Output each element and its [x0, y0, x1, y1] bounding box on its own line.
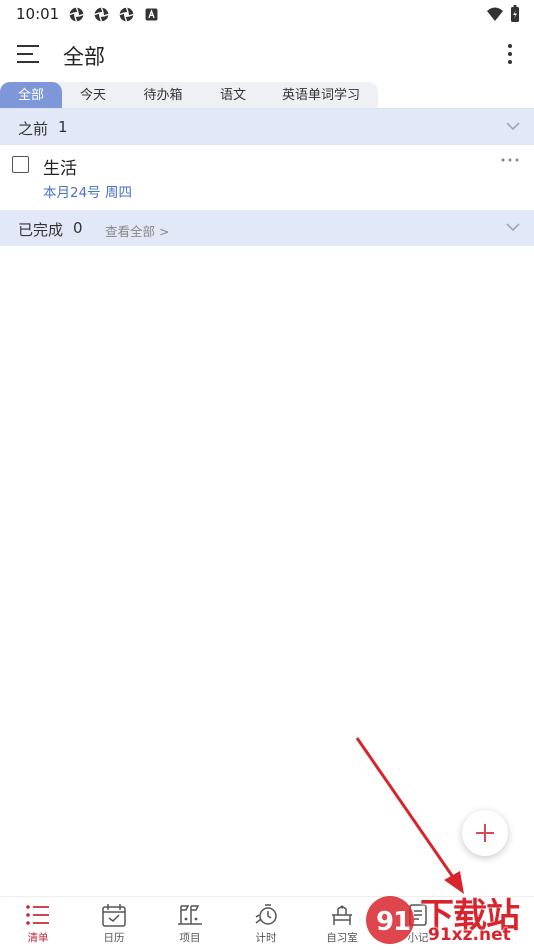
settings-icon: [69, 7, 84, 22]
more-horizontal-icon[interactable]: [500, 157, 520, 163]
project-icon: [178, 905, 202, 925]
wifi-icon: [487, 7, 503, 21]
task-due-date: 本月24号 周四: [43, 185, 132, 201]
page-title: 全部: [63, 45, 105, 69]
status-bar: 10:01: [0, 0, 534, 28]
nav-timer[interactable]: 计时: [234, 901, 298, 949]
app-screen: 10:01 全部 全部 今天 待办箱 语文 英语单词学习 之前 1 生活 本月2…: [0, 0, 534, 950]
study-room-icon: [332, 905, 352, 925]
status-right-icons: [486, 5, 520, 23]
timer-icon: [255, 904, 277, 925]
filter-tabs: 全部 今天 待办箱 语文 英语单词学习: [0, 82, 378, 109]
status-left-icons: [68, 6, 160, 23]
calendar-icon: [102, 904, 126, 927]
section-done-count: 0: [73, 219, 83, 237]
svg-text:9: 9: [376, 907, 394, 937]
add-task-button[interactable]: [462, 810, 508, 856]
section-before-header[interactable]: 之前 1: [0, 109, 534, 145]
settings-icon: [119, 7, 134, 22]
chevron-down-icon[interactable]: [506, 121, 520, 131]
watermark-url: 91xz.net: [428, 925, 511, 945]
more-vertical-icon[interactable]: [506, 42, 514, 66]
section-done-header[interactable]: 已完成 0 查看全部 >: [0, 210, 534, 246]
svg-text:1: 1: [393, 907, 411, 937]
settings-icon: [94, 7, 109, 22]
nav-timer-label: 计时: [255, 932, 277, 944]
view-all-link[interactable]: 查看全部 >: [105, 221, 169, 240]
section-done-label: 已完成: [18, 221, 64, 239]
chevron-down-icon[interactable]: [506, 222, 520, 232]
nav-project[interactable]: 项目: [158, 901, 222, 949]
section-before-count: 1: [58, 118, 68, 136]
plus-icon: [476, 824, 494, 842]
keyboard-a-icon: [145, 8, 158, 21]
tab-today[interactable]: 今天: [62, 82, 124, 109]
section-before-label: 之前: [18, 120, 49, 138]
status-time: 10:01: [16, 5, 60, 23]
tab-all[interactable]: 全部: [0, 82, 62, 109]
tab-english-vocab[interactable]: 英语单词学习: [264, 82, 378, 109]
list-icon: [26, 905, 49, 925]
nav-list-label: 清单: [27, 932, 49, 944]
battery-icon: [511, 5, 519, 22]
tab-chinese[interactable]: 语文: [202, 82, 264, 109]
task-checkbox[interactable]: [12, 156, 29, 173]
menu-icon[interactable]: [16, 44, 40, 64]
nav-list[interactable]: 清单: [6, 901, 70, 949]
top-app-bar: 全部: [0, 32, 534, 78]
tab-inbox[interactable]: 待办箱: [124, 82, 202, 109]
nav-calendar[interactable]: 日历: [82, 901, 146, 949]
task-title: 生活: [43, 159, 77, 179]
task-item[interactable]: 生活 本月24号 周四: [0, 145, 534, 209]
nav-project-label: 项目: [179, 932, 201, 944]
nav-calendar-label: 日历: [103, 932, 125, 944]
